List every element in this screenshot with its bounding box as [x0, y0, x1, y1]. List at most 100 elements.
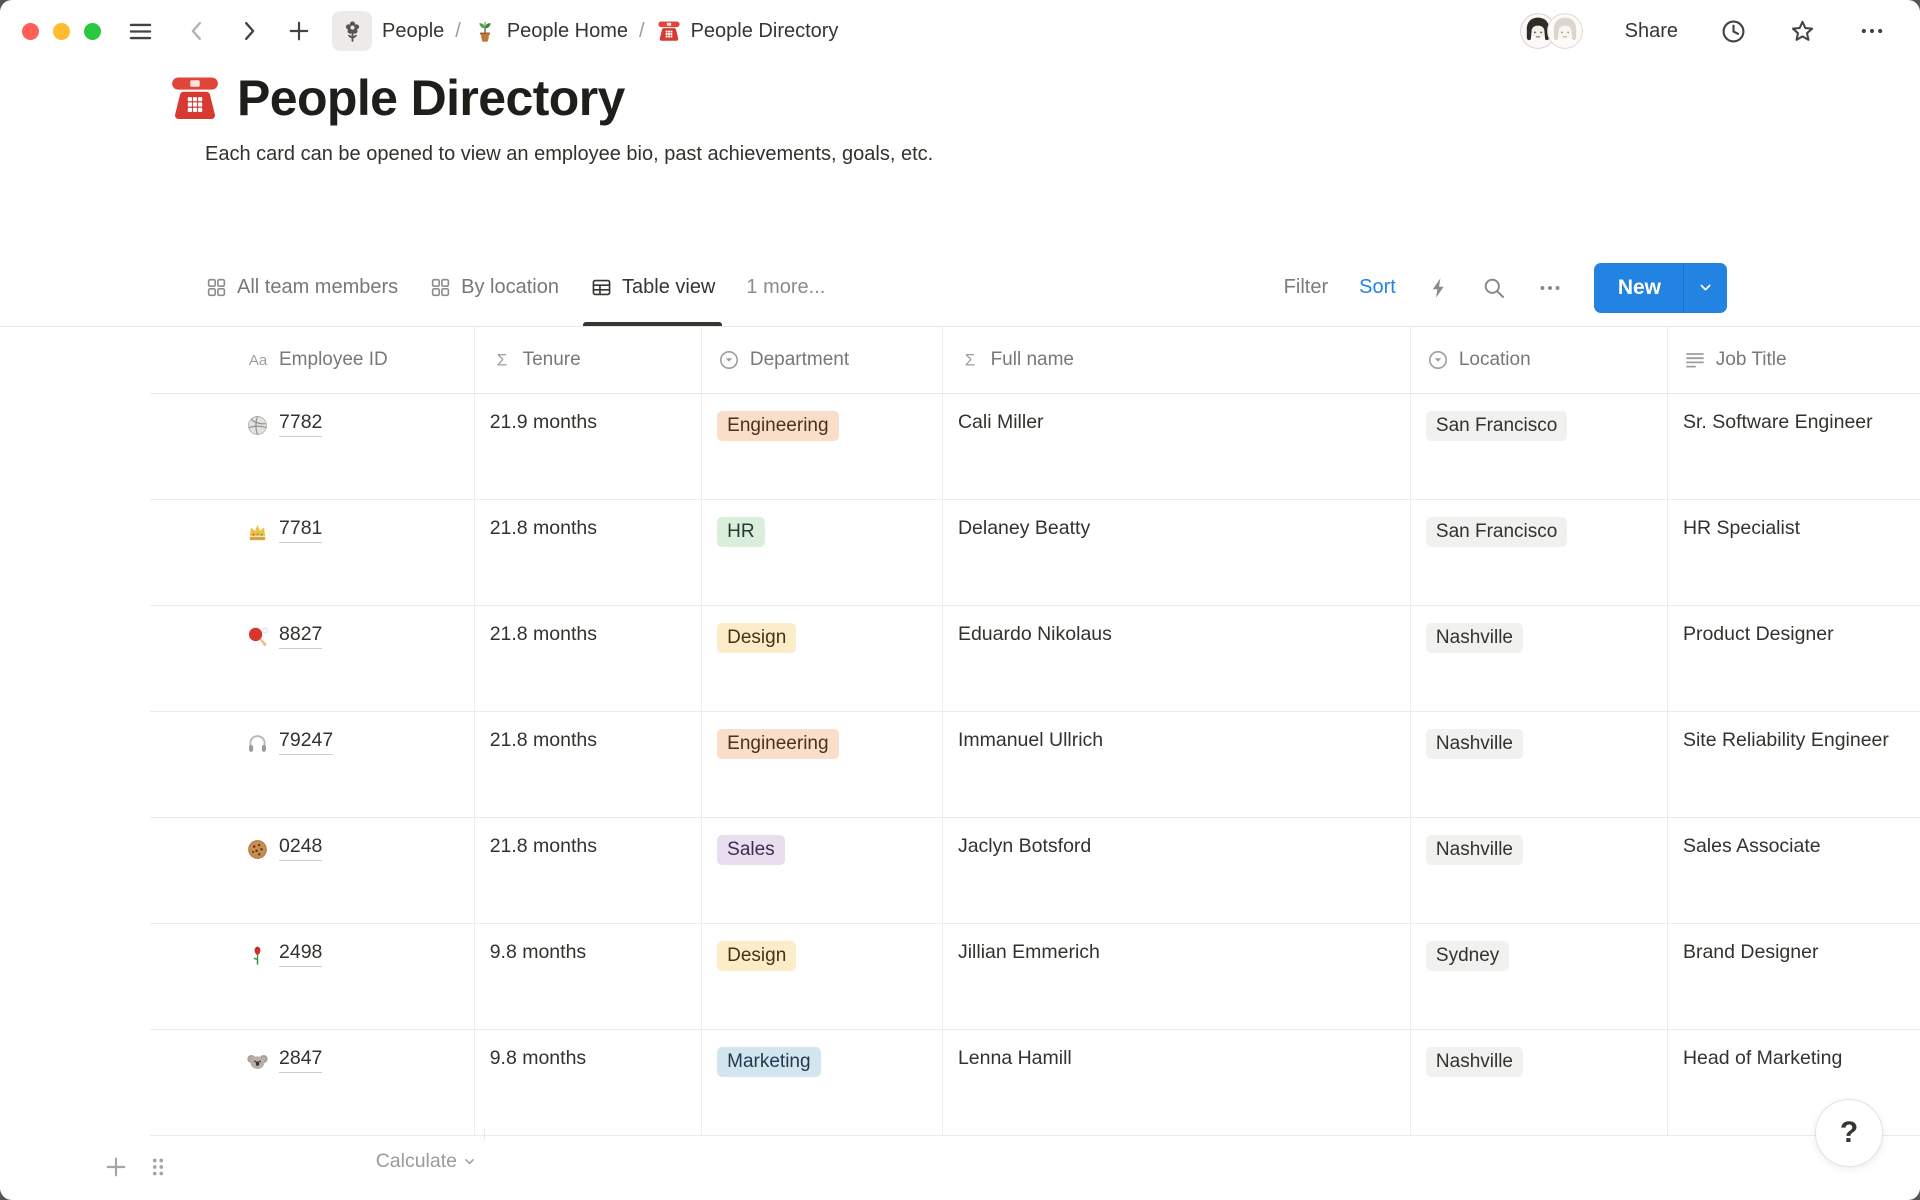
- cell-department[interactable]: Design: [702, 606, 943, 711]
- employee-id-link[interactable]: 79247: [279, 729, 333, 755]
- search-icon[interactable]: [1482, 276, 1506, 300]
- cell-employee-id[interactable]: 0248: [150, 818, 475, 923]
- collaborator-avatars[interactable]: [1520, 13, 1583, 49]
- breadcrumb-item-people[interactable]: People: [382, 20, 444, 43]
- cell-full-name[interactable]: Delaney Beatty: [943, 500, 1411, 605]
- view-toolbar: Filter Sort New: [1284, 263, 1727, 313]
- column-header-tenure[interactable]: Tenure: [475, 327, 702, 393]
- new-dropdown-button[interactable]: [1683, 263, 1727, 313]
- cell-department[interactable]: Engineering: [702, 394, 943, 499]
- back-icon[interactable]: [184, 18, 210, 44]
- cell-employee-id[interactable]: 79247: [150, 712, 475, 817]
- cell-job-title[interactable]: Sr. Software Engineer: [1668, 394, 1920, 499]
- cell-department[interactable]: Sales: [702, 818, 943, 923]
- tab-table-view[interactable]: Table view: [590, 249, 715, 326]
- title-property-icon: [246, 348, 270, 372]
- employee-id-link[interactable]: 7782: [279, 411, 322, 437]
- cell-job-title[interactable]: HR Specialist: [1668, 500, 1920, 605]
- select-property-icon: [1426, 348, 1450, 372]
- cell-employee-id[interactable]: 8827: [150, 606, 475, 711]
- cookie-icon: [246, 838, 269, 861]
- tab-by-location[interactable]: By location: [429, 249, 559, 326]
- cell-department[interactable]: Engineering: [702, 712, 943, 817]
- cell-employee-id[interactable]: 7781: [150, 500, 475, 605]
- table-view-icon: [590, 276, 613, 299]
- cell-tenure[interactable]: 21.8 months: [475, 500, 702, 605]
- cell-employee-id[interactable]: 7782: [150, 394, 475, 499]
- help-button[interactable]: ?: [1815, 1099, 1883, 1167]
- page-description: Each card can be opened to view an emplo…: [205, 143, 933, 166]
- breadcrumb-item-people-directory[interactable]: People Directory: [656, 18, 839, 44]
- tab-all-team-members[interactable]: All team members: [205, 249, 398, 326]
- add-row-plus-icon[interactable]: [103, 1154, 129, 1180]
- cell-location[interactable]: Nashville: [1411, 712, 1668, 817]
- teamspace-icon-box[interactable]: [332, 11, 372, 51]
- new-button[interactable]: New: [1594, 263, 1683, 313]
- cell-employee-id[interactable]: 2847: [150, 1030, 475, 1135]
- employee-id-link[interactable]: 0248: [279, 835, 322, 861]
- column-header-employee-id[interactable]: Employee ID: [150, 327, 475, 393]
- employee-id-link[interactable]: 7781: [279, 517, 322, 543]
- cell-location[interactable]: Nashville: [1411, 818, 1668, 923]
- view-options-dots-icon[interactable]: [1537, 275, 1563, 301]
- cell-location[interactable]: Nashville: [1411, 1030, 1668, 1135]
- history-clock-icon[interactable]: [1720, 18, 1747, 45]
- page-red-telephone-icon[interactable]: [167, 70, 223, 126]
- column-header-department[interactable]: Department: [702, 327, 943, 393]
- minimize-window-button[interactable]: [53, 23, 70, 40]
- cell-location[interactable]: Sydney: [1411, 924, 1668, 1029]
- new-button-group: New: [1594, 263, 1727, 313]
- cell-employee-id[interactable]: 2498: [150, 924, 475, 1029]
- cell-tenure[interactable]: 9.8 months: [475, 1030, 702, 1135]
- location-tag: Nashville: [1426, 729, 1523, 759]
- cell-full-name[interactable]: Jillian Emmerich: [943, 924, 1411, 1029]
- cell-location[interactable]: San Francisco: [1411, 500, 1668, 605]
- volleyball-icon: [246, 414, 269, 437]
- cell-department[interactable]: HR: [702, 500, 943, 605]
- column-header-location[interactable]: Location: [1411, 327, 1668, 393]
- cell-location[interactable]: Nashville: [1411, 606, 1668, 711]
- cell-full-name[interactable]: Jaclyn Botsford: [943, 818, 1411, 923]
- cell-full-name[interactable]: Cali Miller: [943, 394, 1411, 499]
- cell-tenure[interactable]: 21.8 months: [475, 712, 702, 817]
- close-window-button[interactable]: [22, 23, 39, 40]
- cell-full-name[interactable]: Lenna Hamill: [943, 1030, 1411, 1135]
- column-header-job-title[interactable]: Job Title: [1668, 327, 1920, 393]
- employee-id-link[interactable]: 2498: [279, 941, 322, 967]
- cell-job-title[interactable]: Head of Marketing: [1668, 1030, 1920, 1135]
- employee-id-link[interactable]: 2847: [279, 1047, 322, 1073]
- sort-button[interactable]: Sort: [1359, 276, 1396, 299]
- breadcrumb-item-people-home[interactable]: People Home: [472, 18, 628, 44]
- cell-job-title[interactable]: Brand Designer: [1668, 924, 1920, 1029]
- cell-tenure[interactable]: 21.8 months: [475, 606, 702, 711]
- cell-tenure[interactable]: 21.9 months: [475, 394, 702, 499]
- calculate-button[interactable]: Calculate: [150, 1150, 485, 1173]
- select-property-icon: [717, 348, 741, 372]
- breadcrumb-label: People Directory: [691, 20, 839, 43]
- automation-bolt-icon[interactable]: [1427, 276, 1451, 300]
- cell-job-title[interactable]: Sales Associate: [1668, 818, 1920, 923]
- cell-tenure[interactable]: 9.8 months: [475, 924, 702, 1029]
- sidebar-menu-icon[interactable]: [127, 18, 154, 45]
- cell-full-name[interactable]: Eduardo Nikolaus: [943, 606, 1411, 711]
- share-button[interactable]: Share: [1625, 20, 1678, 43]
- cell-job-title[interactable]: Product Designer: [1668, 606, 1920, 711]
- cell-job-title[interactable]: Site Reliability Engineer: [1668, 712, 1920, 817]
- cell-tenure[interactable]: 21.8 months: [475, 818, 702, 923]
- column-header-full-name[interactable]: Full name: [943, 327, 1411, 393]
- cell-full-name[interactable]: Immanuel Ullrich: [943, 712, 1411, 817]
- table-row: 7781 21.8 months HR Delaney Beatty San F…: [150, 500, 1920, 606]
- forward-icon[interactable]: [236, 18, 262, 44]
- filter-button[interactable]: Filter: [1284, 276, 1328, 299]
- employee-id-link[interactable]: 8827: [279, 623, 322, 649]
- table-row: 79247 21.8 months Engineering Immanuel U…: [150, 712, 1920, 818]
- new-tab-icon[interactable]: [286, 18, 312, 44]
- cell-department[interactable]: Design: [702, 924, 943, 1029]
- more-views-button[interactable]: 1 more...: [746, 276, 825, 299]
- cell-department[interactable]: Marketing: [702, 1030, 943, 1135]
- tab-label: By location: [461, 276, 559, 299]
- more-options-icon[interactable]: [1858, 17, 1886, 45]
- cell-location[interactable]: San Francisco: [1411, 394, 1668, 499]
- zoom-window-button[interactable]: [84, 23, 101, 40]
- favorite-star-icon[interactable]: [1789, 18, 1816, 45]
